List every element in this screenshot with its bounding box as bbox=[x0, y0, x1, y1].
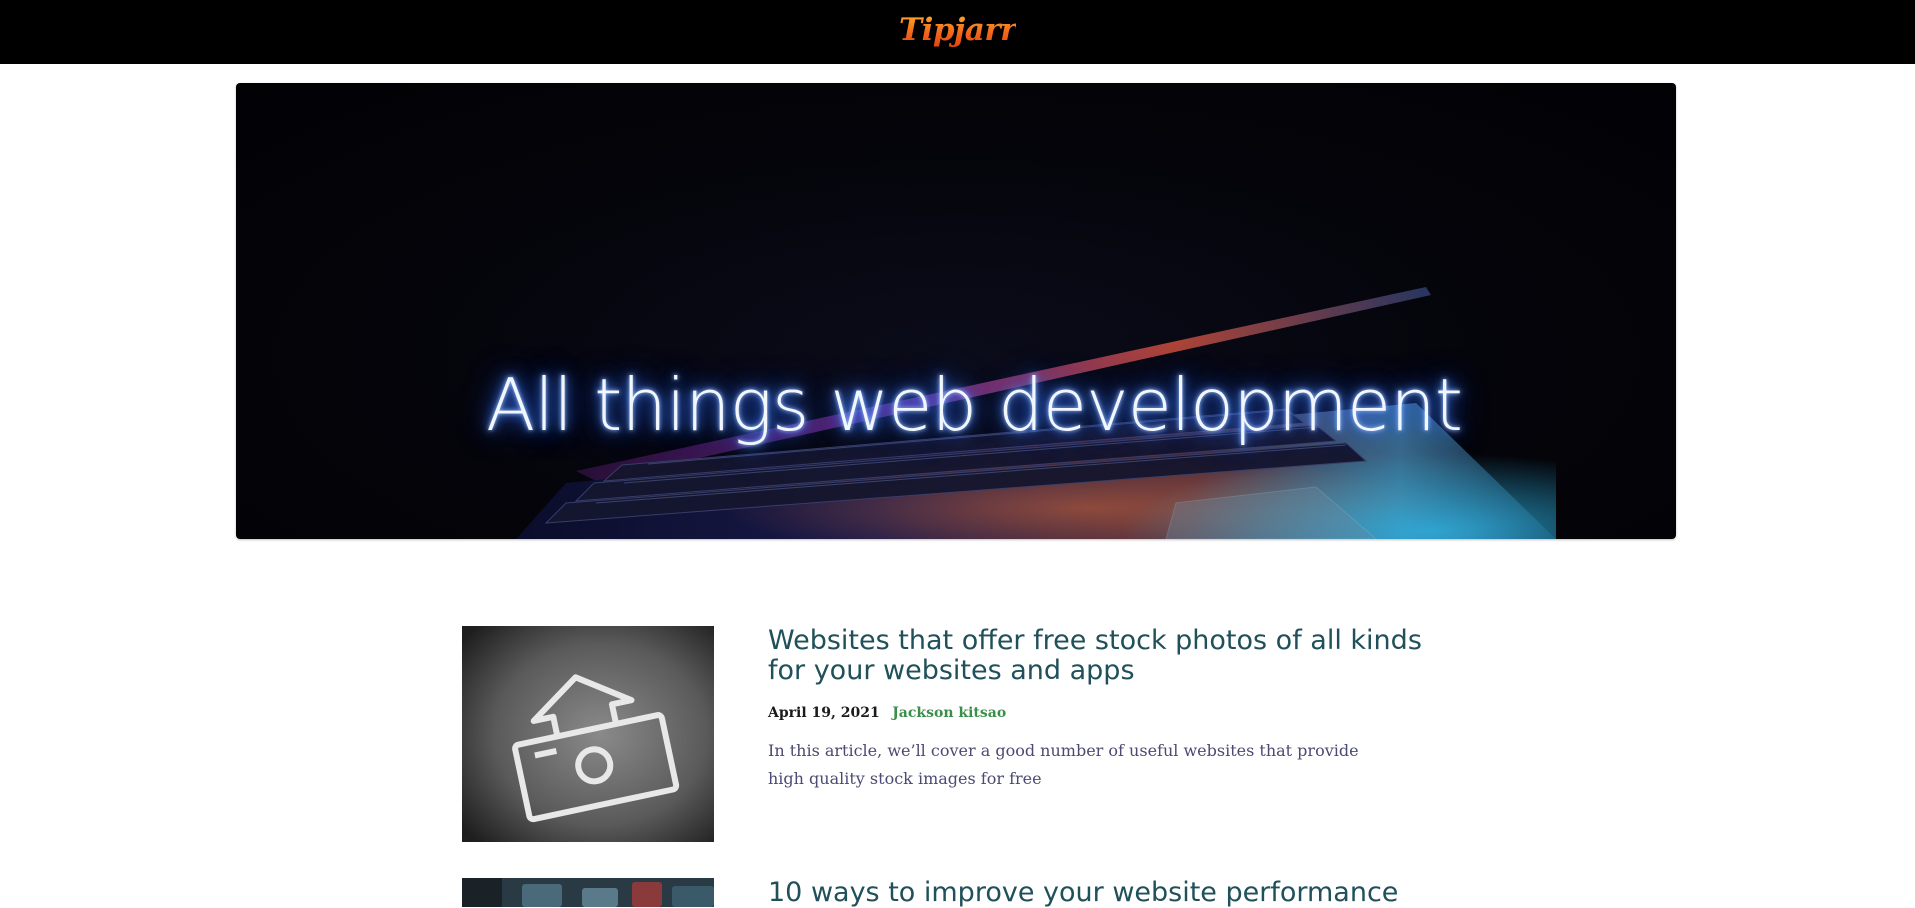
site-logo[interactable]: Tipjarr bbox=[899, 12, 1017, 48]
post-meta: April 19, 2021 Jackson kitsao bbox=[768, 705, 1006, 721]
laptop-illustration bbox=[516, 287, 1556, 539]
post-title[interactable]: Websites that offer free stock photos of… bbox=[768, 626, 1428, 686]
top-navbar: Tipjarr bbox=[0, 0, 1915, 64]
hero-banner: All things web development bbox=[236, 83, 1676, 539]
hero-title: All things web development bbox=[486, 363, 1463, 447]
post-thumbnail[interactable] bbox=[462, 626, 714, 842]
post-excerpt: In this article, we’ll cover a good numb… bbox=[768, 741, 1359, 788]
post-author-link[interactable]: Jackson kitsao bbox=[892, 705, 1006, 721]
post-date: April 19, 2021 bbox=[768, 705, 880, 721]
post-thumbnail[interactable] bbox=[462, 878, 714, 907]
camera-upload-image bbox=[462, 626, 714, 842]
traffic-image bbox=[462, 878, 714, 907]
post-title[interactable]: 10 ways to improve your website performa… bbox=[768, 878, 1428, 908]
